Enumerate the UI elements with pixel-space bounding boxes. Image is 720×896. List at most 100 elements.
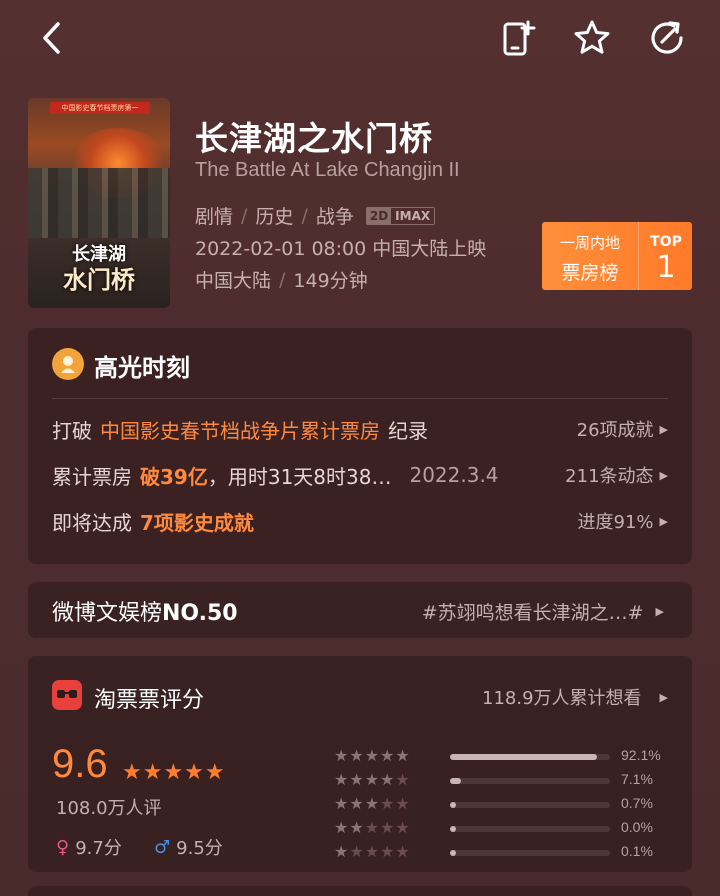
female-score: 9.7分 <box>75 838 122 859</box>
progress-text: 进度91% <box>577 512 654 533</box>
separator: / <box>279 268 286 291</box>
weibo-rank: NO.50 <box>162 601 238 626</box>
distribution-bar <box>450 802 610 808</box>
distribution-percent: 0.0% <box>621 819 653 835</box>
update-count: 211条动态 <box>565 466 654 487</box>
row-prefix: 打破 <box>52 418 92 443</box>
arrow-right-icon: ▶ <box>659 422 668 436</box>
rating-count: 108.0万人评 <box>56 798 162 819</box>
distribution-row: ★★★★★ 92.1% <box>334 746 674 768</box>
format-badge: 2D IMAX <box>365 206 436 225</box>
genre-tag: 历史 <box>255 206 294 228</box>
weibo-rank-title: 微博文娱榜NO.50 <box>52 595 238 627</box>
arrow-right-icon: ▶ <box>659 514 668 528</box>
movie-duration: 149分钟 <box>293 270 368 292</box>
distribution-stars-icon: ★★★★★ <box>334 818 411 837</box>
back-button[interactable] <box>28 14 76 62</box>
rank-label: 一周内地 票房榜 <box>542 222 638 290</box>
format-2d: 2D <box>366 207 392 224</box>
movie-region: 中国大陆 <box>195 270 272 292</box>
rating-score: 9.6 <box>52 742 108 786</box>
male-score: 9.5分 <box>176 838 223 859</box>
share-button[interactable] <box>644 14 692 62</box>
genre-tag: 战争 <box>315 206 354 228</box>
star-outline-icon <box>574 20 610 54</box>
poster-soldiers <box>28 168 170 238</box>
want-count: 118.9万人累计想看 <box>482 688 642 709</box>
row-prefix: 即将达成 <box>52 510 132 535</box>
movie-region-duration: 中国大陆 / 149分钟 <box>195 266 368 293</box>
distribution-bar <box>450 754 610 760</box>
movie-poster[interactable]: 中国影史春节档票房第一 长津湖 水门桥 <box>28 98 170 308</box>
rank-value: TOP 1 <box>638 222 692 290</box>
highlight-row-upcoming[interactable]: 即将达成 7项影史成就 进度91% ▶ <box>52 506 668 536</box>
row-suffix: 纪录 <box>388 418 428 443</box>
hashtag-text: #苏翊鸣想看长津湖之…# <box>421 602 644 624</box>
arrow-right-icon: ▶ <box>659 690 668 704</box>
row-highlight: 破39亿 <box>140 464 208 489</box>
rank-top-label: TOP <box>650 234 682 250</box>
rating-stars-icon: ★★★★★ <box>122 760 226 785</box>
row-highlight: 中国影史春节档战争片累计票房 <box>100 418 380 443</box>
male-rating: ♂ 9.5分 <box>154 834 223 860</box>
row-date: 2022.3.4 <box>409 463 499 487</box>
distribution-stars-icon: ★★★★★ <box>334 770 411 789</box>
movie-genres: 剧情 / 历史 / 战争 2D IMAX <box>195 202 436 229</box>
weibo-hashtag: #苏翊鸣想看长津湖之…# ▶ <box>422 598 664 625</box>
distribution-percent: 92.1% <box>621 747 661 763</box>
distribution-bar <box>450 850 610 856</box>
highlight-row-record[interactable]: 打破 中国影史春节档战争片累计票房 纪录 26项成就 ▶ <box>52 414 668 444</box>
row-link: 211条动态 ▶ <box>565 462 668 488</box>
distribution-bar-fill <box>450 754 598 760</box>
rank-top-value: 1 <box>656 250 676 285</box>
taopiaopiao-logo-icon <box>52 680 82 710</box>
weibo-rank-card[interactable]: 微博文娱榜NO.50 #苏翊鸣想看长津湖之…# ▶ <box>28 582 692 638</box>
box-office-rank-badge[interactable]: 一周内地 票房榜 TOP 1 <box>542 222 692 290</box>
distribution-row: ★★★★★ 7.1% <box>334 770 674 792</box>
row-highlight: 7项影史成就 <box>140 510 254 535</box>
poster-tag: 中国影史春节档票房第一 <box>50 102 150 114</box>
distribution-row: ★★★★★ 0.7% <box>334 794 674 816</box>
distribution-bar <box>450 778 610 784</box>
movie-title: 长津湖之水门桥 <box>195 119 433 158</box>
row-suffix: ，用时31天8时38… <box>207 464 392 489</box>
female-rating: ♀ 9.7分 <box>56 834 122 860</box>
rating-source: 淘票票评分 <box>94 688 205 713</box>
distribution-stars-icon: ★★★★★ <box>334 842 411 861</box>
row-link: 26项成就 ▶ <box>577 416 668 442</box>
highlights-card: 高光时刻 打破 中国影史春节档战争片累计票房 纪录 26项成就 ▶ 累计票房 破… <box>28 328 692 564</box>
achievement-count: 26项成就 <box>576 420 654 441</box>
distribution-stars-icon: ★★★★★ <box>334 746 411 765</box>
weibo-label: 微博文娱榜 <box>52 601 163 626</box>
format-imax: IMAX <box>395 208 431 223</box>
add-to-desktop-button[interactable] <box>494 14 542 62</box>
phone-add-icon <box>503 20 536 56</box>
distribution-bar-fill <box>450 850 456 856</box>
movie-release: 2022-02-01 08:00 中国大陆上映 <box>195 238 487 260</box>
movie-english-title: The Battle At Lake Changjin II <box>195 159 460 181</box>
rating-card: 淘票票评分 118.9万人累计想看 ▶ 9.6 ★★★★★ 108.0万人评 ♀… <box>28 656 692 872</box>
want-to-watch-link[interactable]: 118.9万人累计想看 ▶ <box>482 684 668 710</box>
rank-line2: 票房榜 <box>561 262 619 284</box>
favorite-button[interactable] <box>568 14 616 62</box>
distribution-row: ★★★★★ 0.1% <box>334 842 674 864</box>
distribution-percent: 7.1% <box>621 771 653 787</box>
top-bar <box>0 0 720 80</box>
arrow-right-icon: ▶ <box>659 468 668 482</box>
distribution-percent: 0.1% <box>621 843 653 859</box>
poster-title-line2: 水门桥 <box>63 266 135 294</box>
highlight-row-box-office[interactable]: 累计票房 破39亿 ，用时31天8时38… 2022.3.4 211条动态 ▶ <box>52 460 668 490</box>
male-icon: ♂ <box>154 836 171 858</box>
divider <box>52 398 668 399</box>
separator: / <box>301 204 308 227</box>
next-card <box>28 886 692 896</box>
row-prefix: 累计票房 <box>52 464 132 489</box>
distribution-stars-icon: ★★★★★ <box>334 794 411 813</box>
highlights-title: 高光时刻 <box>94 354 190 382</box>
distribution-row: ★★★★★ 0.0% <box>334 818 674 840</box>
rank-line1: 一周内地 <box>559 234 620 252</box>
distribution-bar-fill <box>450 778 462 784</box>
share-arrow-icon <box>651 21 683 54</box>
distribution-bar <box>450 826 610 832</box>
female-icon: ♀ <box>56 836 70 858</box>
